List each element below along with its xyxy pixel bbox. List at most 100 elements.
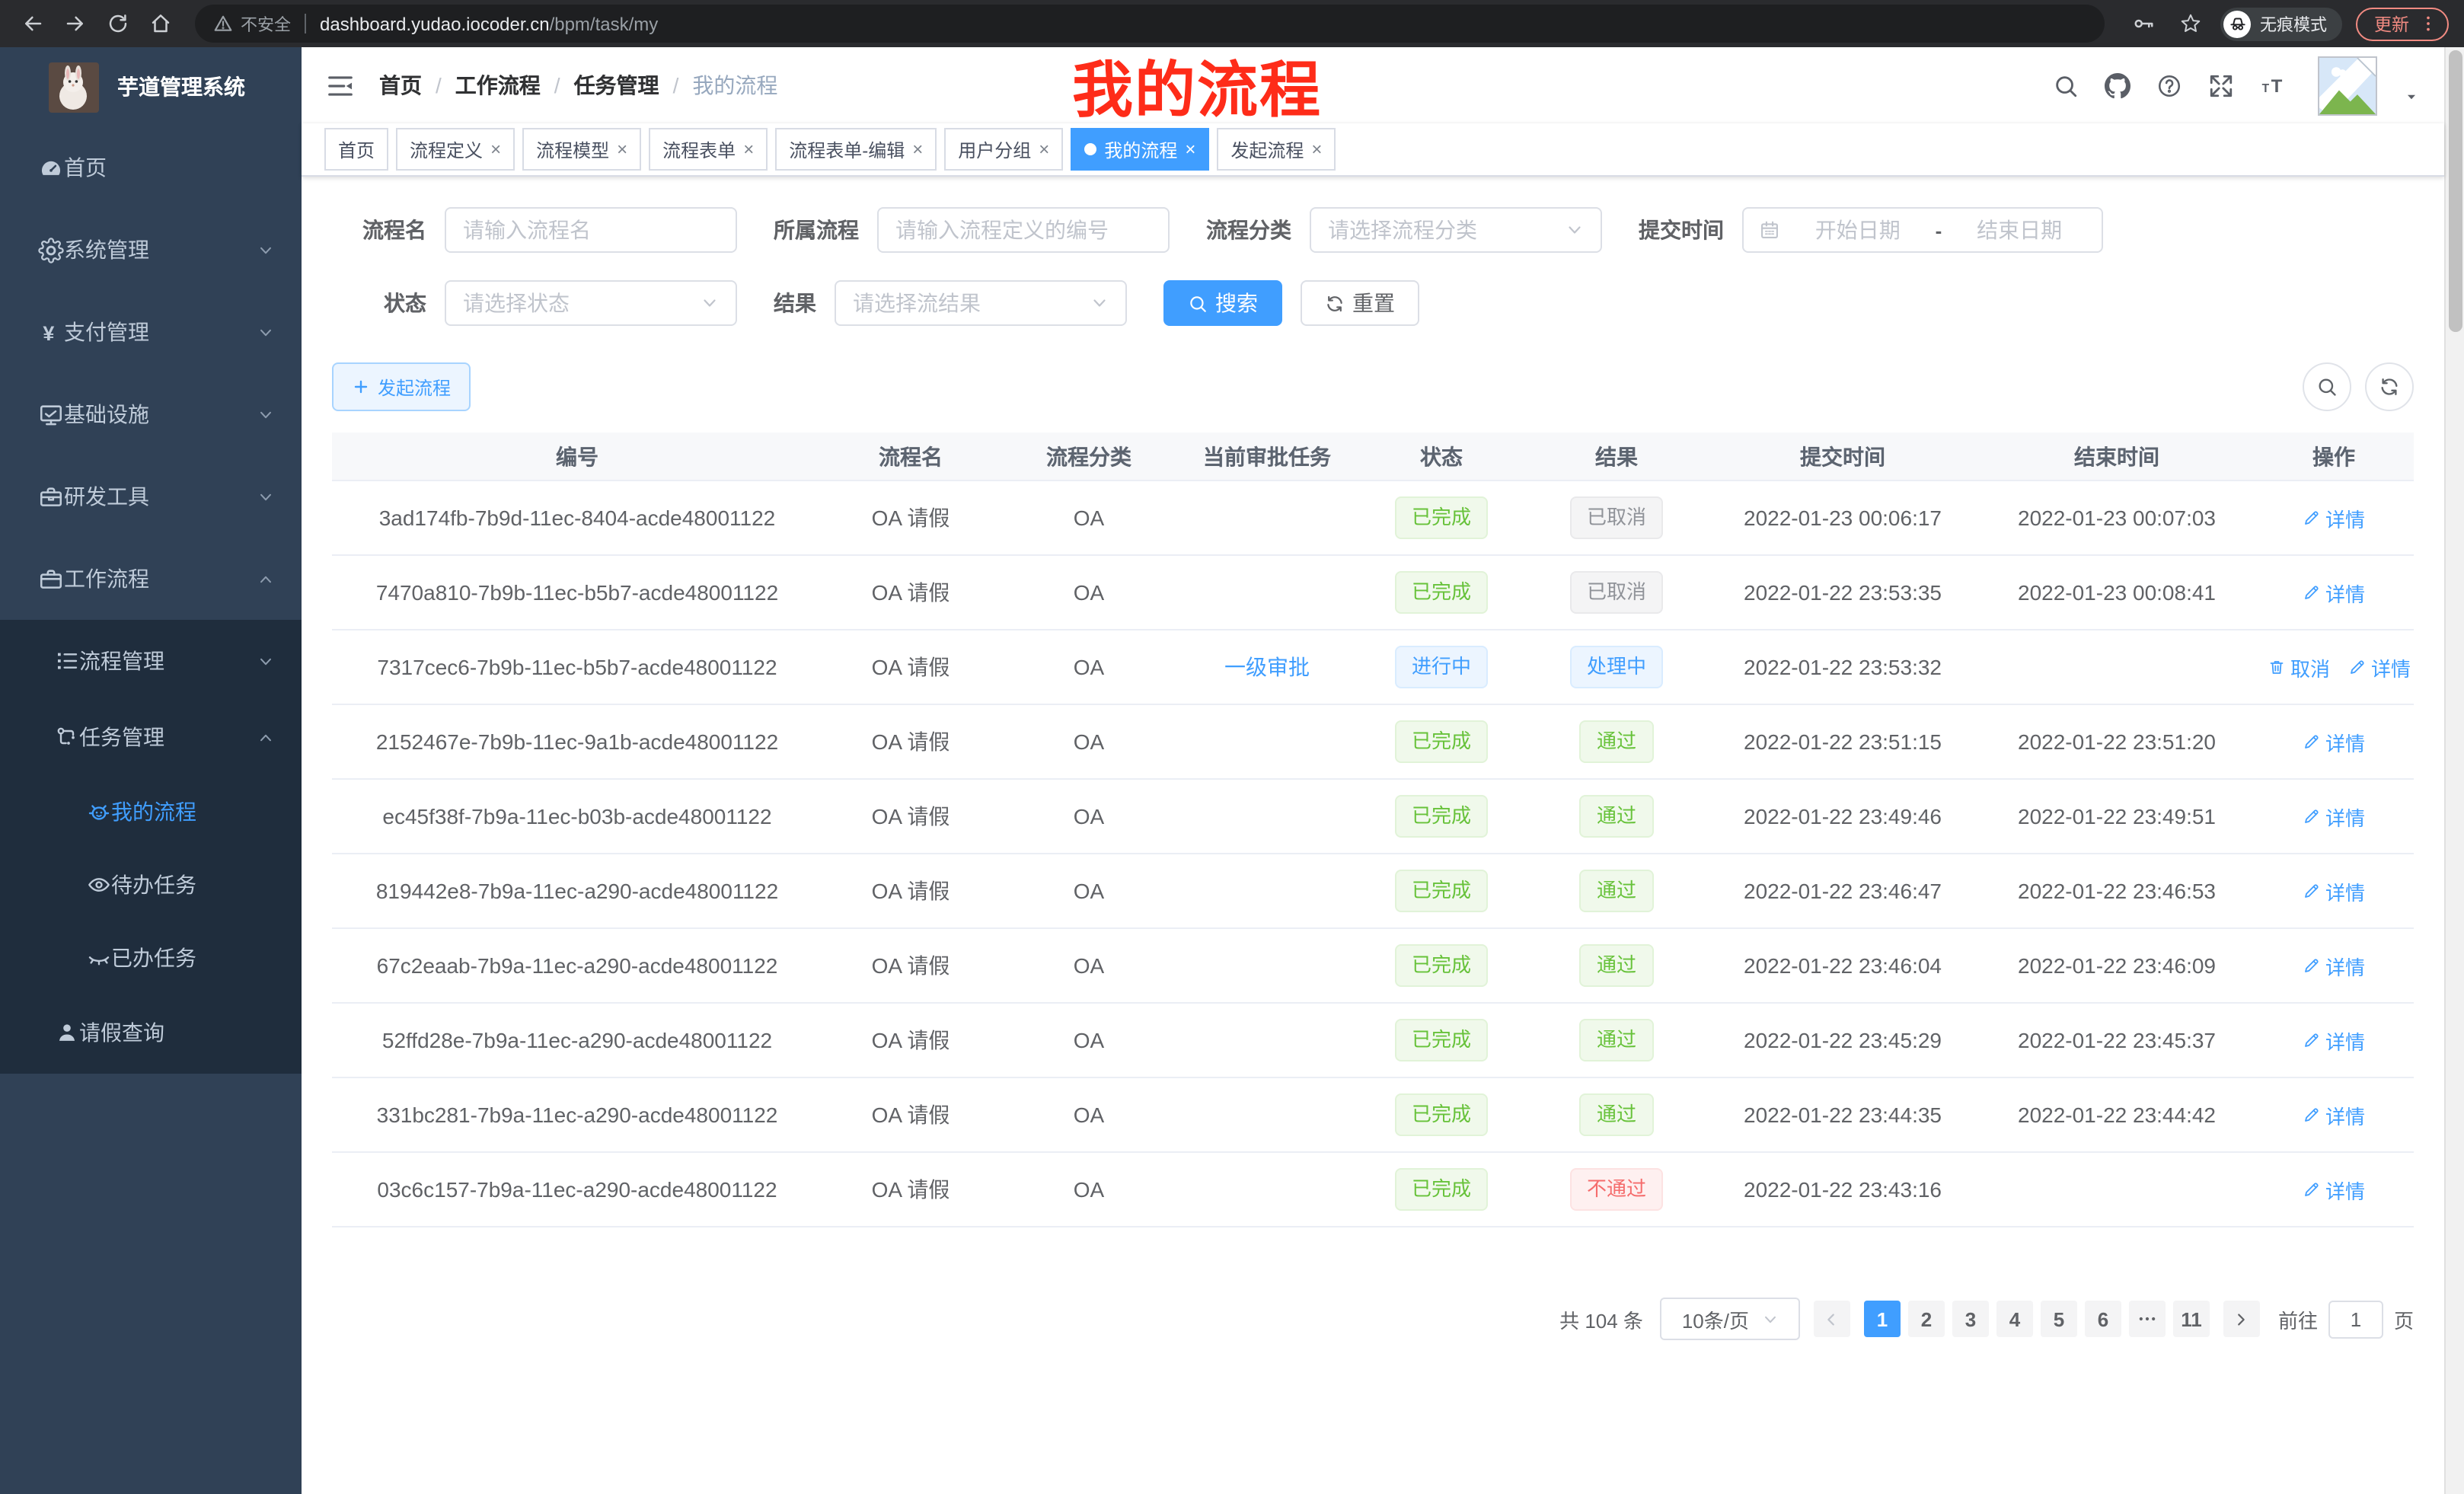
browser-forward-button[interactable]	[58, 7, 91, 40]
breadcrumb-item-工作流程[interactable]: 工作流程	[455, 70, 541, 101]
header-search-icon[interactable]	[2053, 72, 2079, 98]
result-tag: 通过	[1580, 944, 1653, 987]
goto-page-input[interactable]: 1	[2328, 1300, 2383, 1338]
detail-button[interactable]: 详情	[2303, 951, 2365, 980]
result-tag: 通过	[1580, 720, 1653, 763]
tab-流程表单-编辑[interactable]: 流程表单-编辑×	[775, 128, 937, 171]
search-button[interactable]: 搜索	[1163, 280, 1282, 326]
close-icon[interactable]: ×	[1185, 140, 1195, 158]
detail-button[interactable]: 详情	[2303, 503, 2365, 532]
page-size-select[interactable]: 10条/页	[1660, 1298, 1800, 1340]
breadcrumb-item-首页[interactable]: 首页	[379, 70, 422, 101]
cell-process-name: OA 请假	[822, 480, 999, 555]
sidebar-item-支付管理[interactable]: ¥支付管理	[0, 291, 302, 373]
prev-page-button[interactable]	[1814, 1301, 1850, 1337]
submit-time-range-picker[interactable]: 开始日期 - 结束日期	[1742, 207, 2103, 253]
scrollbar-thumb[interactable]	[2449, 50, 2462, 332]
page-button-6[interactable]: 6	[2085, 1301, 2121, 1337]
avatar-caret-icon[interactable]	[2403, 88, 2420, 104]
refresh-table-button[interactable]	[2365, 362, 2414, 411]
sidebar-item-研发工具[interactable]: 研发工具	[0, 455, 302, 538]
sidebar-item-我的流程[interactable]: 我的流程	[0, 775, 302, 848]
detail-button[interactable]: 详情	[2303, 1100, 2365, 1129]
page-button-5[interactable]: 5	[2041, 1301, 2077, 1337]
sidebar-item-首页[interactable]: 首页	[0, 126, 302, 209]
sidebar-item-工作流程[interactable]: 工作流程	[0, 538, 302, 620]
breadcrumb-item-任务管理[interactable]: 任务管理	[574, 70, 659, 101]
sidebar-item-label: 我的流程	[111, 796, 196, 827]
close-icon[interactable]: ×	[617, 140, 627, 158]
tab-我的流程[interactable]: 我的流程×	[1071, 128, 1209, 171]
browser-home-button[interactable]	[143, 7, 177, 40]
detail-button[interactable]: 详情	[2303, 802, 2365, 831]
cell-id: 7317cec6-7b9b-11ec-b5b7-acde48001122	[332, 630, 822, 704]
detail-button[interactable]: 详情	[2303, 578, 2365, 607]
sidebar-collapse-icon[interactable]	[326, 71, 355, 100]
sidebar-item-任务管理[interactable]: 任务管理	[0, 699, 302, 775]
tab-流程表单[interactable]: 流程表单×	[649, 128, 768, 171]
tab-首页[interactable]: 首页	[324, 128, 388, 171]
help-icon[interactable]	[2156, 72, 2182, 98]
close-icon[interactable]: ×	[1311, 140, 1322, 158]
page-button-4[interactable]: 4	[1996, 1301, 2033, 1337]
cancel-button[interactable]: 取消	[2268, 653, 2330, 682]
detail-button[interactable]: 详情	[2303, 1175, 2365, 1204]
security-chip[interactable]: 不安全	[213, 11, 291, 36]
close-icon[interactable]: ×	[1039, 140, 1049, 158]
detail-button[interactable]: 详情	[2303, 727, 2365, 756]
filter-process-def: 所属流程 请输入流程定义的编号	[774, 207, 1170, 253]
process-name-input[interactable]: 请输入流程名	[445, 207, 737, 253]
tab-用户分组[interactable]: 用户分组×	[944, 128, 1063, 171]
fullscreen-icon[interactable]	[2208, 72, 2234, 98]
github-icon[interactable]	[2105, 72, 2130, 98]
sidebar-item-流程管理[interactable]: 流程管理	[0, 623, 302, 699]
process-def-input[interactable]: 请输入流程定义的编号	[877, 207, 1170, 253]
page-button-2[interactable]: 2	[1908, 1301, 1945, 1337]
sidebar-item-基础设施[interactable]: 基础设施	[0, 373, 302, 455]
detail-button[interactable]: 详情	[2348, 653, 2411, 682]
column-header-结果: 结果	[1527, 433, 1706, 480]
font-size-icon[interactable]: TT	[2260, 72, 2292, 98]
sidebar-item-已办任务[interactable]: 已办任务	[0, 921, 302, 994]
sidebar-item-请假查询[interactable]: 请假查询	[0, 994, 302, 1071]
chevron-down-icon	[257, 488, 274, 505]
browser-menu-icon[interactable]	[2418, 14, 2438, 34]
close-icon[interactable]: ×	[490, 140, 501, 158]
cell-status: 已完成	[1355, 480, 1527, 555]
result-select[interactable]: 请选择流结果	[835, 280, 1127, 326]
app-logo-row[interactable]: 芋道管理系统	[0, 47, 302, 126]
browser-back-button[interactable]	[15, 7, 49, 40]
more-pages-button[interactable]	[2129, 1301, 2166, 1337]
browser-reload-button[interactable]	[101, 7, 134, 40]
detail-button[interactable]: 详情	[2303, 1026, 2365, 1055]
close-icon[interactable]: ×	[743, 140, 754, 158]
page-button-3[interactable]: 3	[1952, 1301, 1989, 1337]
sidebar-item-label: 任务管理	[79, 722, 164, 752]
status-select[interactable]: 请选择状态	[445, 280, 737, 326]
chevron-left-icon	[1824, 1310, 1840, 1327]
address-bar[interactable]: 不安全 dashboard.yudao.iocoder.cn/bpm/task/…	[195, 5, 2105, 43]
table-header-row: 编号流程名流程分类当前审批任务状态结果提交时间结束时间操作	[332, 433, 2414, 480]
detail-button[interactable]: 详情	[2303, 876, 2365, 905]
password-key-button[interactable]	[2126, 7, 2159, 40]
sidebar-item-待办任务[interactable]: 待办任务	[0, 848, 302, 921]
category-select[interactable]: 请选择流程分类	[1310, 207, 1602, 253]
page-button-11[interactable]: 11	[2173, 1301, 2210, 1337]
next-page-button[interactable]	[2223, 1301, 2260, 1337]
bookmark-star-button[interactable]	[2173, 7, 2207, 40]
sidebar-item-系统管理[interactable]: 系统管理	[0, 209, 302, 291]
current-task-link[interactable]: 一级审批	[1224, 655, 1310, 679]
create-process-button[interactable]: 发起流程	[332, 362, 471, 411]
page-scrollbar[interactable]	[2444, 47, 2464, 1494]
page-button-1[interactable]: 1	[1864, 1301, 1901, 1337]
incognito-label: 无痕模式	[2260, 11, 2327, 36]
toggle-search-button[interactable]	[2303, 362, 2351, 411]
tab-发起流程[interactable]: 发起流程×	[1217, 128, 1336, 171]
avatar[interactable]	[2318, 56, 2377, 115]
tab-流程模型[interactable]: 流程模型×	[522, 128, 641, 171]
close-icon[interactable]: ×	[912, 140, 923, 158]
reset-button[interactable]: 重置	[1301, 280, 1419, 326]
browser-update-button[interactable]: 更新	[2356, 7, 2449, 40]
cell-category: OA	[999, 480, 1179, 555]
tab-流程定义[interactable]: 流程定义×	[396, 128, 515, 171]
